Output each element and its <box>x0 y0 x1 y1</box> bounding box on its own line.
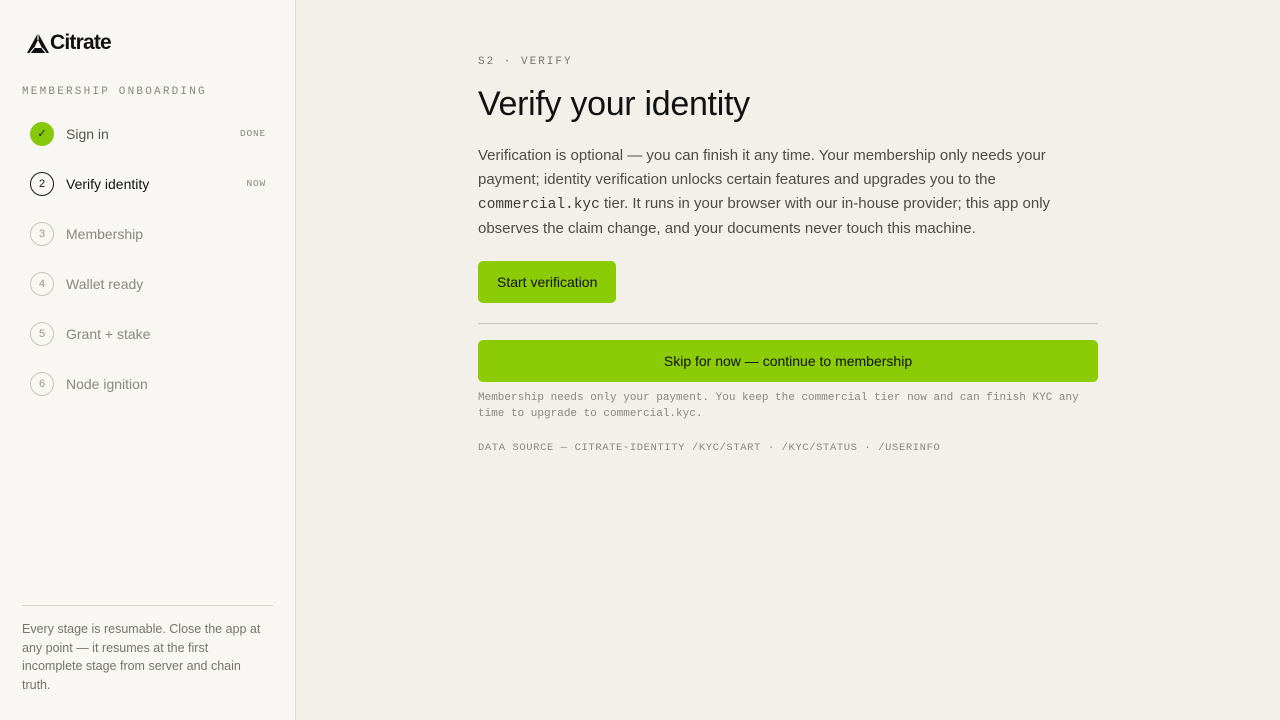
content-divider <box>478 323 1098 324</box>
verification-description: Verification is optional — you can finis… <box>478 144 1098 241</box>
sidebar-heading: MEMBERSHIP ONBOARDING <box>22 86 207 98</box>
stage-kicker: S2 · VERIFY <box>478 56 573 68</box>
step-membership[interactable]: 3 Membership <box>30 221 266 246</box>
step-list: ✓ Sign in DONE 2 Verify identity NOW 3 M… <box>30 121 266 421</box>
step-label: Grant + stake <box>66 325 151 342</box>
verify-content: S2 · VERIFY Verify your identity Verific… <box>478 56 1098 454</box>
step-number: 3 <box>30 221 54 246</box>
step-grant-stake[interactable]: 5 Grant + stake <box>30 321 266 346</box>
step-verify-identity[interactable]: 2 Verify identity NOW <box>30 171 266 196</box>
description-text: Verification is optional — you can finis… <box>478 147 1046 188</box>
data-source-label: DATA SOURCE — CITRATE-IDENTITY /KYC/STAR… <box>478 442 941 454</box>
brand-logo[interactable]: Citrate <box>27 31 112 55</box>
step-number: 6 <box>30 371 54 396</box>
check-icon: ✓ <box>30 121 54 146</box>
sidebar: Citrate MEMBERSHIP ONBOARDING ✓ Sign in … <box>0 0 296 720</box>
skip-to-membership-button[interactable]: Skip for now — continue to membership <box>478 340 1098 382</box>
tier-code: commercial.kyc <box>478 197 600 213</box>
step-label: Wallet ready <box>66 275 144 292</box>
start-verification-button[interactable]: Start verification <box>478 261 617 303</box>
main-panel: S2 · VERIFY Verify your identity Verific… <box>296 0 1280 720</box>
step-label: Membership <box>66 225 144 242</box>
app-window: Citrate MEMBERSHIP ONBOARDING ✓ Sign in … <box>0 0 1280 720</box>
brand-name: Citrate <box>50 31 112 54</box>
step-label: Verify identity <box>66 175 150 192</box>
resumable-note: Every stage is resumable. Close the app … <box>22 622 261 692</box>
step-label: Node ignition <box>66 375 148 392</box>
step-label: Sign in <box>66 125 109 142</box>
step-number: 2 <box>30 171 54 196</box>
step-number: 5 <box>30 321 54 346</box>
step-node-ignition[interactable]: 6 Node ignition <box>30 371 266 396</box>
step-number: 4 <box>30 271 54 296</box>
step-status: DONE <box>239 128 266 139</box>
citrate-logo-icon <box>27 33 49 53</box>
step-sign-in[interactable]: ✓ Sign in DONE <box>30 121 266 146</box>
skip-note: Membership needs only your payment. You … <box>478 392 1079 420</box>
step-status: NOW <box>246 178 266 189</box>
step-wallet-ready[interactable]: 4 Wallet ready <box>30 271 266 296</box>
page-title: Verify your identity <box>478 85 750 123</box>
sidebar-divider <box>22 605 273 606</box>
